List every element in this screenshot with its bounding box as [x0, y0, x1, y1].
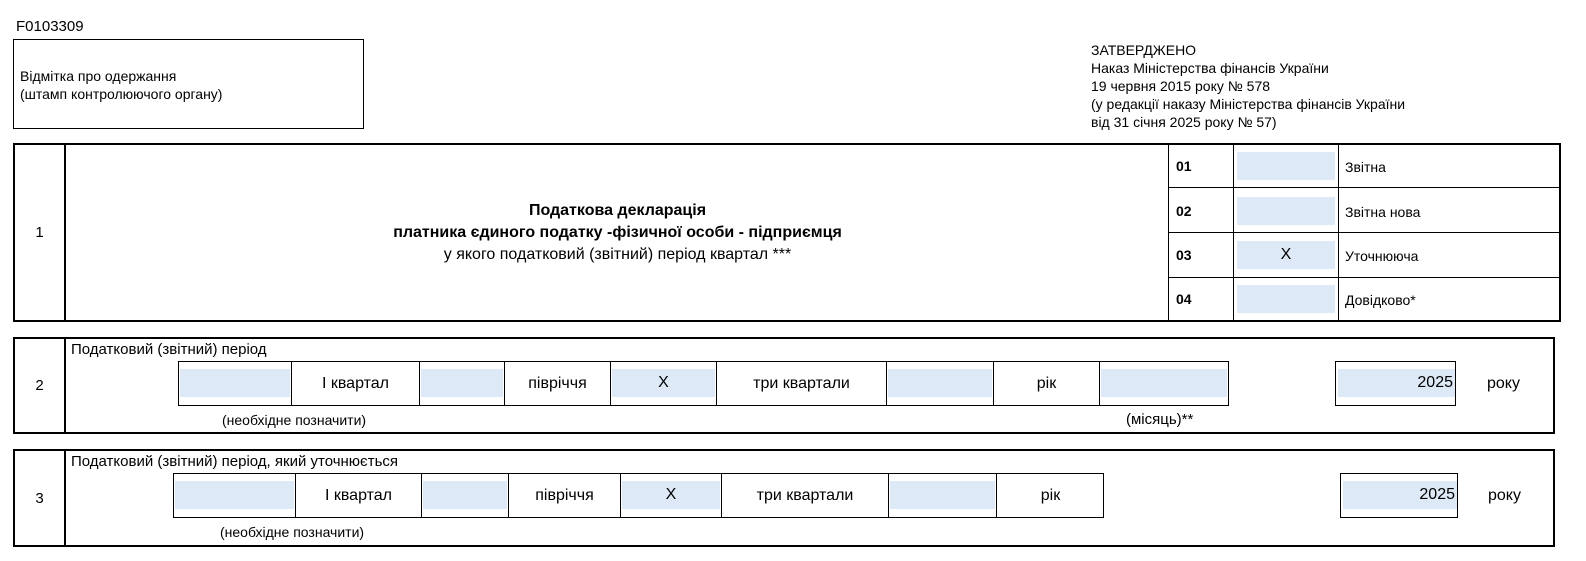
type-mark-04[interactable]	[1237, 285, 1335, 313]
corrected-sep-6	[888, 473, 889, 518]
corrected-year-label: рік	[1040, 486, 1061, 504]
period-q1-label: І квартал	[321, 374, 390, 392]
period-year-input[interactable]: 2025	[1338, 369, 1455, 397]
type-mark-01[interactable]	[1237, 152, 1335, 180]
stamp-label: Відмітка про одержання	[20, 68, 177, 84]
period-sep-6	[886, 361, 887, 406]
type-mark-02[interactable]	[1237, 197, 1335, 225]
approval-block: ЗАТВЕРДЖЕНО Наказ Міністерства фінансів …	[1091, 41, 1405, 131]
type-label-02: Звітна нова	[1345, 204, 1421, 220]
corrected-sep-4	[620, 473, 621, 518]
type-label-01: Звітна	[1345, 159, 1386, 175]
corrected-sep-2	[421, 473, 422, 518]
period-year-mark[interactable]	[888, 369, 992, 397]
type-row-line-1	[1169, 187, 1560, 188]
period-year-label: рік	[1036, 374, 1057, 392]
section-3-heading: Податковий (звітний) період, який уточню…	[71, 453, 399, 470]
section-3-number: 3	[35, 489, 44, 507]
period-three-q-mark[interactable]: X	[612, 369, 715, 397]
period-sep-8	[1099, 361, 1100, 406]
period-note-month: (місяць)**	[1126, 411, 1194, 428]
section-3-divider	[64, 449, 66, 547]
type-row-line-2	[1169, 232, 1560, 233]
corrected-note-required: (необхідне позначити)	[220, 524, 365, 540]
approval-date: 19 червня 2015 року № 578	[1091, 78, 1271, 94]
period-q1-mark[interactable]	[180, 369, 290, 397]
section-2-divider	[64, 337, 66, 434]
type-code-04: 04	[1176, 291, 1192, 307]
corrected-three-q-mark[interactable]: X	[622, 481, 720, 509]
corrected-year-input[interactable]: 2025	[1343, 481, 1457, 509]
type-code-02: 02	[1176, 203, 1192, 219]
corrected-three-q-label: три квартали	[756, 486, 854, 504]
stamp-sublabel: (штамп контролюючого органу)	[20, 86, 223, 102]
section-1-number: 1	[35, 224, 44, 241]
type-row-line-3	[1169, 277, 1560, 278]
period-month-input[interactable]	[1101, 369, 1227, 397]
section-2-number: 2	[35, 377, 44, 394]
period-sep-4	[610, 361, 611, 406]
period-note-required: (необхідне позначити)	[222, 412, 367, 428]
period-three-q-label: три квартали	[753, 374, 850, 392]
period-half-label: півріччя	[528, 374, 587, 392]
declaration-title: Податкова декларація платника єдиного по…	[66, 200, 1169, 266]
corrected-q1-mark[interactable]	[175, 481, 294, 509]
corrected-year-suffix: року	[1488, 487, 1521, 504]
period-year-suffix: року	[1487, 375, 1520, 392]
type-mark-03[interactable]: X	[1237, 241, 1335, 269]
approval-heading: ЗАТВЕРДЖЕНО	[1091, 42, 1197, 58]
approval-edition: (у редакції наказу Міністерства фінансів…	[1091, 96, 1406, 112]
form-code: F0103309	[16, 18, 84, 35]
approval-order: Наказ Міністерства фінансів України	[1091, 60, 1329, 76]
declaration-title-line3: у якого податковий (звітний) період квар…	[443, 246, 792, 263]
corrected-q1-label: І квартал	[324, 486, 393, 504]
period-half-mark[interactable]	[421, 369, 503, 397]
declaration-title-line1: Податкова декларація	[528, 202, 707, 219]
declaration-title-line2: платника єдиного податку -фізичної особи…	[393, 224, 842, 241]
period-sep-2	[419, 361, 420, 406]
type-label-03: Уточнююча	[1345, 248, 1419, 264]
approval-edition-date: від 31 січня 2025 року № 57)	[1091, 114, 1277, 130]
type-code-01: 01	[1176, 158, 1192, 174]
section-2-heading: Податковий (звітний) період	[71, 341, 267, 358]
corrected-half-label: півріччя	[535, 486, 594, 504]
type-label-04: Довідково*	[1345, 292, 1416, 308]
corrected-half-mark[interactable]	[423, 481, 507, 509]
type-code-03: 03	[1176, 247, 1192, 263]
stamp-box: Відмітка про одержання (штамп контролююч…	[13, 39, 364, 129]
corrected-year-mark[interactable]	[890, 481, 995, 509]
